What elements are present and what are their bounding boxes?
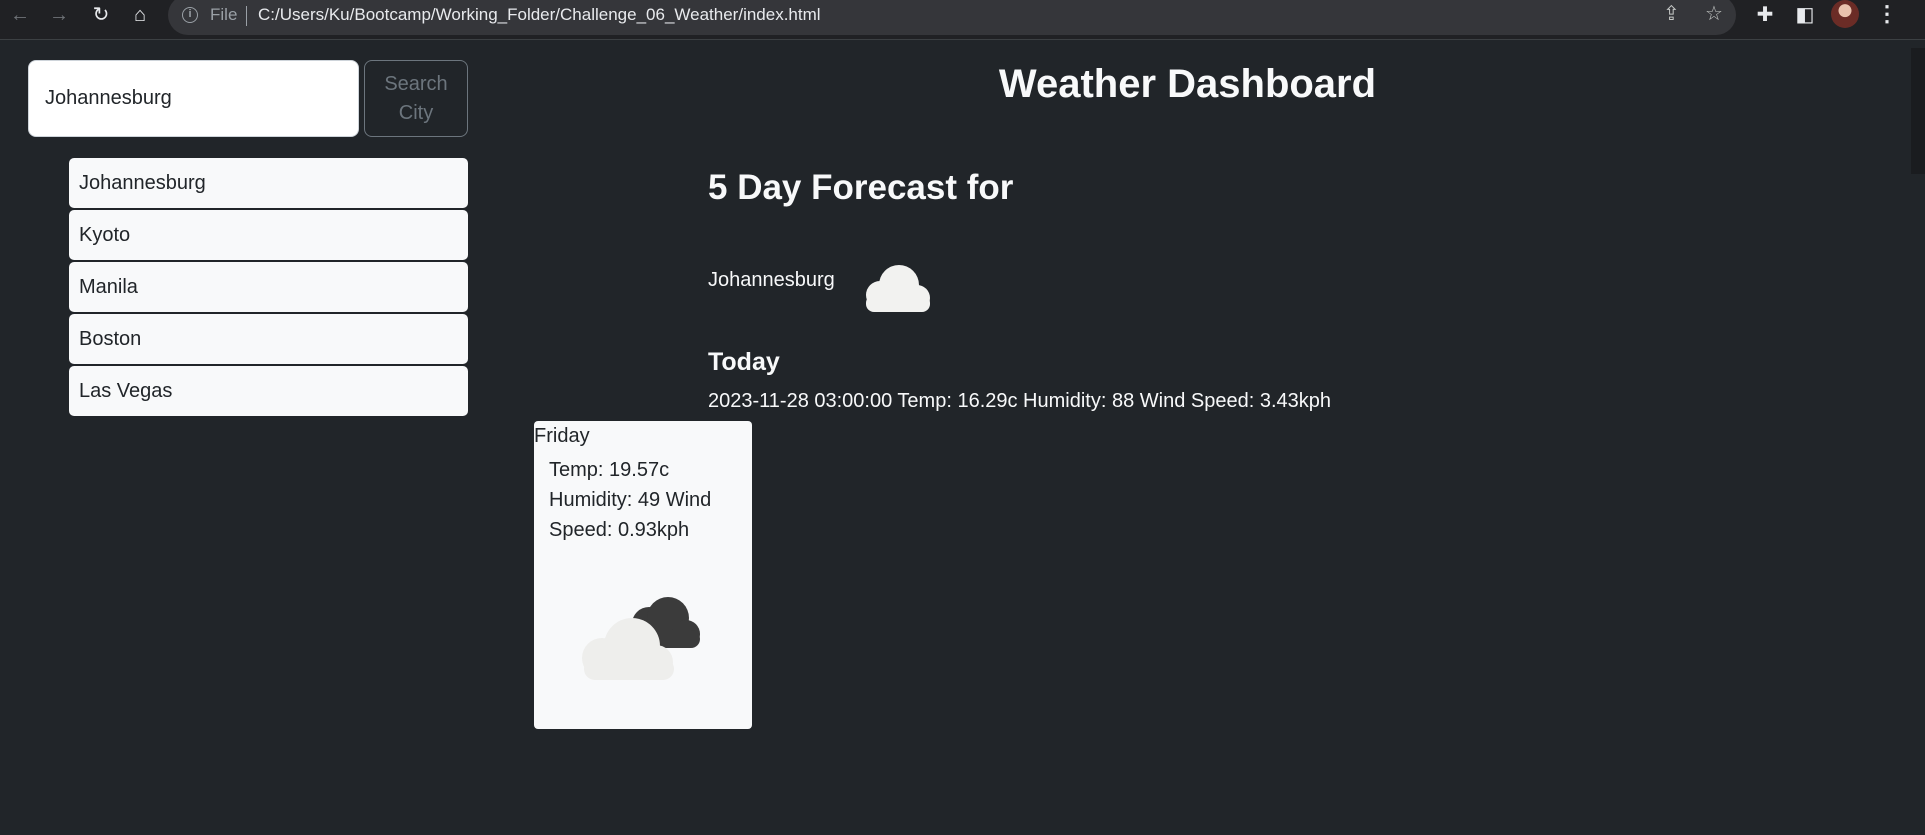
back-icon[interactable]: ← [5, 2, 35, 28]
side-panel-icon[interactable]: ◧ [1790, 1, 1820, 29]
address-bar[interactable]: i File C:/Users/Ku/Bootcamp/Working_Fold… [168, 0, 1736, 35]
broken-clouds-icon [582, 597, 700, 680]
today-details: 2023-11-28 03:00:00 Temp: 16.29c Humidit… [708, 390, 1331, 412]
profile-avatar[interactable] [1831, 0, 1859, 28]
history-item-manila[interactable]: Manila [69, 262, 468, 312]
extensions-icon[interactable]: ✚ [1750, 1, 1780, 29]
forward-icon[interactable]: → [44, 2, 74, 28]
search-history-list: Johannesburg Kyoto Manila Boston Las Veg… [69, 158, 468, 418]
info-icon[interactable]: i [182, 7, 198, 23]
url-text[interactable]: C:/Users/Ku/Bootcamp/Working_Folder/Chal… [258, 5, 821, 25]
page-title: Weather Dashboard [998, 62, 1377, 106]
menu-icon[interactable]: ⋮ [1876, 1, 1898, 29]
star-icon[interactable]: ☆ [1705, 1, 1723, 27]
history-item-boston[interactable]: Boston [69, 314, 468, 364]
city-name: Johannesburg [708, 269, 835, 291]
page-content: Search City Johannesburg Kyoto Manila Bo… [0, 40, 1925, 835]
forecast-card-details: Temp: 19.57c Humidity: 49 Wind Speed: 0.… [549, 459, 712, 541]
reload-icon[interactable]: ↻ [86, 2, 116, 28]
today-heading: Today [708, 348, 780, 376]
address-separator [246, 6, 247, 26]
file-scheme-label: File [210, 5, 238, 24]
forecast-card-day: Friday [534, 425, 590, 447]
history-item-kyoto[interactable]: Kyoto [69, 210, 468, 260]
forecast-heading: 5 Day Forecast for [708, 168, 1014, 207]
cloud-icon [866, 265, 930, 312]
history-item-las-vegas[interactable]: Las Vegas [69, 366, 468, 416]
forecast-card: Friday Temp: 19.57c Humidity: 49 Wind Sp… [534, 421, 752, 729]
browser-toolbar: ← → ↻ ⌂ i File C:/Users/Ku/Bootcamp/Work… [0, 0, 1925, 40]
share-icon[interactable]: ⇪ [1663, 1, 1680, 27]
history-item-johannesburg[interactable]: Johannesburg [69, 158, 468, 208]
home-icon[interactable]: ⌂ [125, 2, 155, 28]
